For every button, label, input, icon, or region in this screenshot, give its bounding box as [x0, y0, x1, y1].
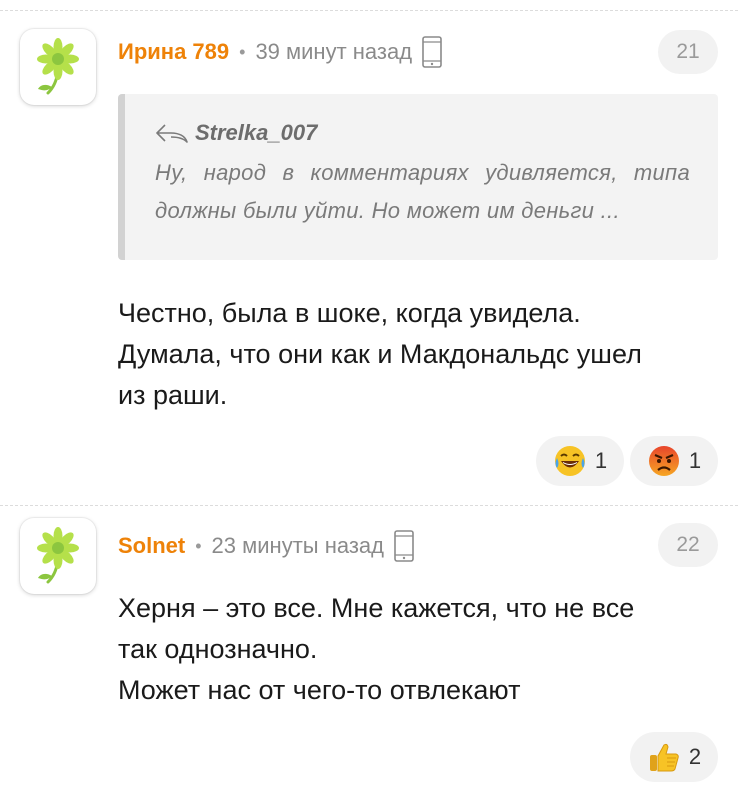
flower-avatar-icon [35, 525, 81, 584]
comment-line: Может нас от чего-то отвлекают [118, 675, 521, 705]
angry-face-emoji-icon [647, 444, 681, 478]
laughing-tears-emoji-icon [553, 444, 587, 478]
avatar[interactable] [20, 518, 96, 594]
quote-author: Strelka_007 [195, 120, 318, 145]
comment-divider [0, 505, 738, 506]
rating-value: 22 [676, 533, 700, 556]
author-name[interactable]: Ирина 789 [118, 39, 229, 65]
rating-value: 21 [676, 40, 700, 63]
comment-time: 23 минуты назад [211, 533, 384, 558]
comment-line: из раши. [118, 380, 228, 410]
comment-body: Херня – это все. Мне кажется, что не все… [118, 588, 718, 711]
comment-rating[interactable]: 21 [658, 30, 718, 74]
reaction-count: 1 [594, 448, 608, 473]
reaction-thumbs-up-button[interactable]: 2 [630, 732, 718, 782]
meta-separator: • [239, 41, 246, 62]
quote-header: Strelka_007 [155, 120, 690, 146]
comment-line: так однозначно. [118, 634, 318, 664]
reaction-laugh-button[interactable]: 1 [536, 436, 624, 486]
top-divider [0, 10, 738, 11]
flower-avatar-icon [35, 36, 81, 95]
reaction-angry-button[interactable]: 1 [630, 436, 718, 486]
author-name[interactable]: Solnet [118, 533, 185, 559]
avatar[interactable] [20, 29, 96, 105]
phone-icon [394, 530, 414, 562]
comment-meta: Ирина 789 • 39 минут назад [118, 34, 442, 70]
comment-line: Херня – это все. Мне кажется, что не все [118, 593, 635, 623]
comment-line: Честно, была в шоке, когда увидела. [118, 298, 581, 328]
comment-time: 39 минут назад [255, 39, 413, 64]
comment-body: Честно, была в шоке, когда увидела. Дума… [118, 293, 718, 416]
reply-arrow-icon [155, 122, 189, 144]
phone-icon [422, 36, 442, 68]
quoted-comment[interactable]: Strelka_007 Ну, народ в комментариях уди… [118, 94, 718, 260]
reaction-count: 2 [688, 744, 702, 769]
comment-rating[interactable]: 22 [658, 523, 718, 567]
thumbs-up-emoji-icon [647, 740, 681, 774]
meta-separator: • [195, 535, 202, 556]
reaction-count: 1 [688, 448, 702, 473]
quote-text: Ну, народ в комментариях удивляется, тип… [155, 160, 690, 223]
comment-line: Думала, что они как и Макдональдс ушел [118, 339, 642, 369]
comment-meta: Solnet • 23 минуты назад [118, 528, 414, 564]
